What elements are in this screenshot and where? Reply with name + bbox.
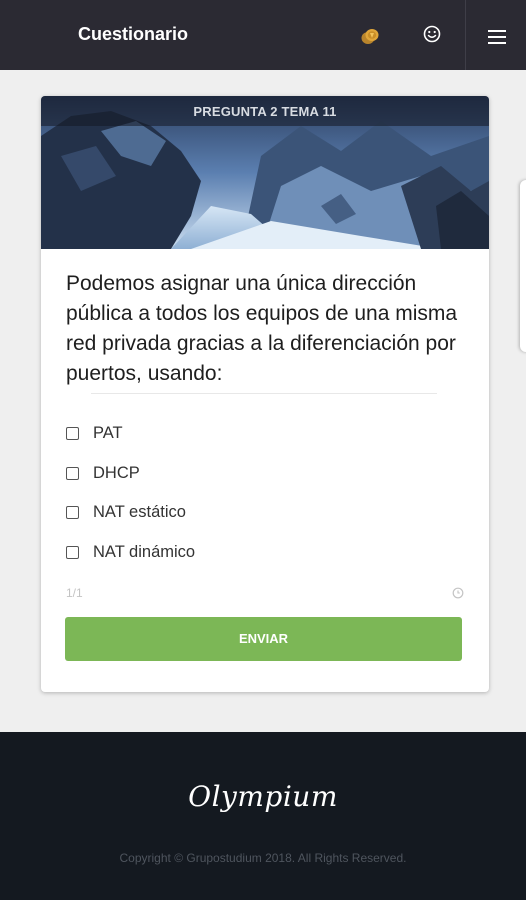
side-drawer-handle[interactable] [520,180,526,352]
top-app-bar: Cuestionario [0,0,526,70]
option-nat-estatico[interactable]: NAT estático [66,501,426,525]
menu-divider [465,0,466,70]
question-number-label: PREGUNTA 2 TEMA 11 [193,104,337,119]
option-label: NAT dinámico [93,543,196,561]
copyright-text: Copyright © Grupostudium 2018. All Right… [119,851,407,865]
question-text: Podemos asignar una única dirección públ… [66,272,458,385]
option-nat-dinamico[interactable]: NAT dinámico [66,541,426,565]
smiley-icon[interactable] [422,24,442,44]
checkbox[interactable] [66,506,79,519]
banner-image: PREGUNTA 2 TEMA 11 [41,96,489,249]
coins-icon[interactable] [360,26,380,46]
question-divider [91,393,437,394]
question-card: PREGUNTA 2 TEMA 11 Podemos asignar una ú… [41,96,489,692]
page-title: Cuestionario [78,24,189,44]
hamburger-menu-icon[interactable] [486,28,508,46]
question-counter: 1/1 [66,586,83,600]
option-dhcp[interactable]: DHCP [66,462,426,486]
option-label: PAT [93,424,123,442]
clock-icon [452,586,464,599]
checkbox[interactable] [66,546,79,559]
submit-button[interactable]: ENVIAR [65,617,462,661]
option-pat[interactable]: PAT [66,422,426,446]
olympium-logo: Olympium [188,780,338,813]
footer: Olympium Copyright © Grupostudium 2018. … [0,732,526,900]
option-label: NAT estático [93,503,186,521]
checkbox[interactable] [66,467,79,480]
checkbox[interactable] [66,427,79,440]
option-label: DHCP [93,464,140,482]
